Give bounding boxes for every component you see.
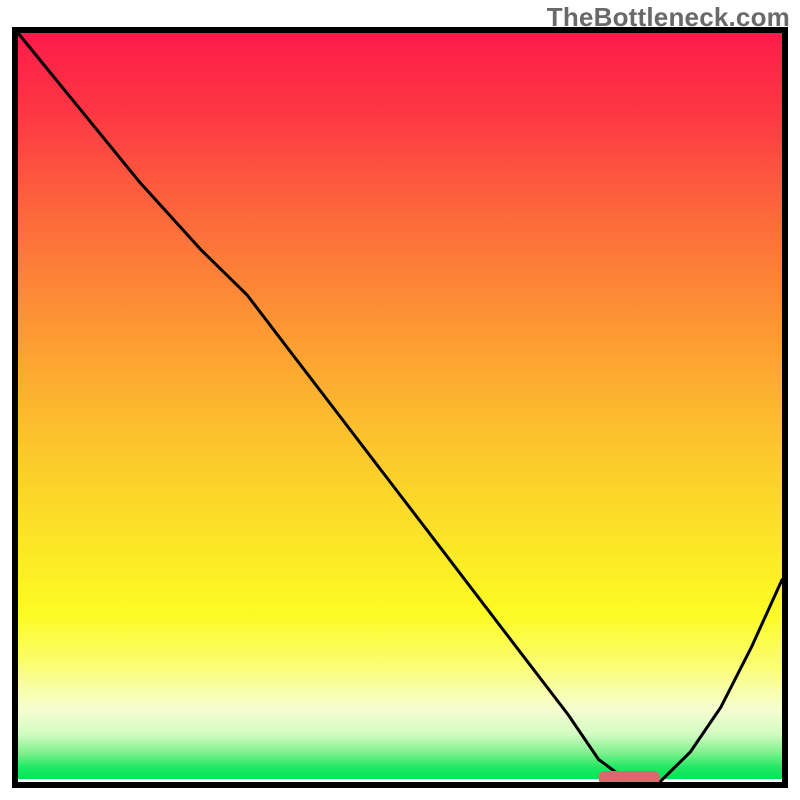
gradient-background [18,33,782,779]
bottleneck-plot [0,0,800,800]
watermark-text: TheBottleneck.com [547,2,790,33]
chart-frame: TheBottleneck.com [0,0,800,800]
baseline-strip [18,779,782,782]
